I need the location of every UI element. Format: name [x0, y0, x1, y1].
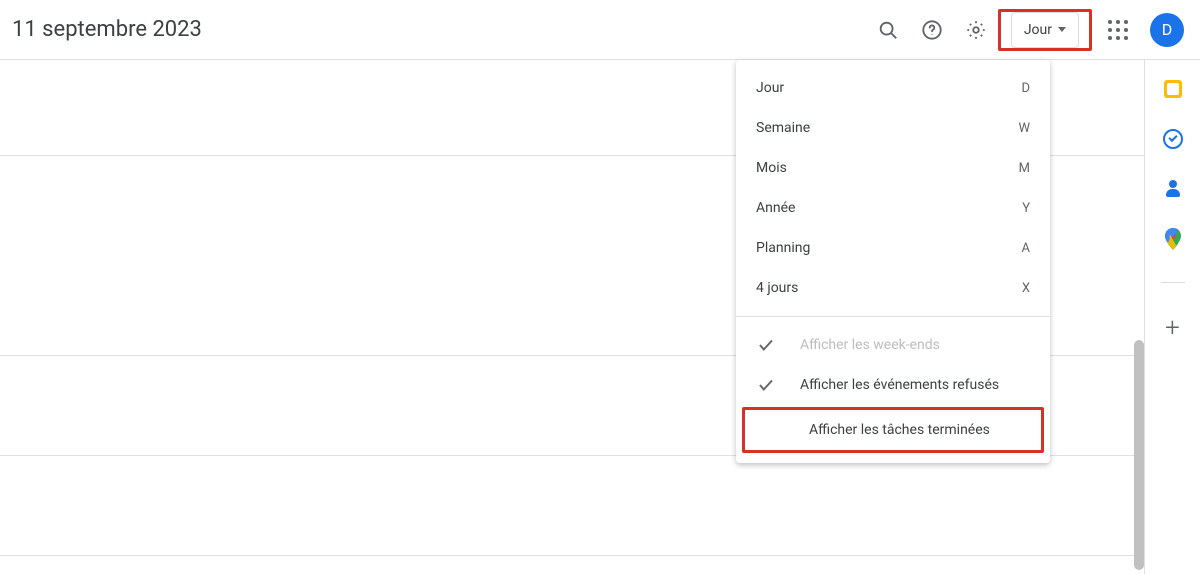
side-panel-separator: [1161, 282, 1185, 283]
page-title: 11 septembre 2023: [12, 17, 202, 42]
view-option-shortcut: W: [1018, 121, 1030, 136]
chevron-down-icon: [1058, 27, 1066, 32]
toggle-option-label: Afficher les événements refusés: [800, 377, 999, 393]
side-panel: +: [1144, 60, 1200, 574]
toggle-option-label: Afficher les tâches terminées: [809, 422, 990, 438]
add-addon-icon[interactable]: +: [1165, 315, 1180, 341]
check-icon: [756, 335, 776, 355]
view-option[interactable]: JourD: [736, 68, 1050, 108]
view-option-shortcut: Y: [1022, 201, 1030, 216]
calendar-grid[interactable]: JourDSemaineWMoisMAnnéeYPlanningA4 jours…: [0, 60, 1144, 574]
toggle-option[interactable]: Afficher les tâches terminées: [745, 410, 1041, 450]
toggle-option[interactable]: Afficher les événements refusés: [736, 365, 1050, 405]
check-icon: [765, 420, 785, 440]
view-dropdown-menu: JourDSemaineWMoisMAnnéeYPlanningA4 jours…: [736, 60, 1050, 463]
view-button-highlight: Jour: [998, 9, 1092, 51]
toggle-option[interactable]: Afficher les week-ends: [736, 325, 1050, 365]
view-option-label: 4 jours: [756, 280, 1022, 296]
view-option-shortcut: D: [1021, 81, 1030, 96]
view-option[interactable]: MoisM: [736, 148, 1050, 188]
hour-gridline: [0, 555, 1144, 556]
view-selector-button[interactable]: Jour: [1011, 12, 1079, 48]
google-apps-icon[interactable]: [1098, 10, 1138, 50]
view-option-shortcut: X: [1022, 281, 1030, 296]
tasks-icon[interactable]: [1162, 128, 1184, 150]
highlighted-toggle: Afficher les tâches terminées: [742, 407, 1044, 453]
scrollbar[interactable]: [1134, 340, 1144, 570]
view-option-shortcut: M: [1019, 161, 1030, 176]
view-selector-label: Jour: [1024, 22, 1052, 38]
view-option-label: Année: [756, 200, 1022, 216]
view-option-label: Mois: [756, 160, 1019, 176]
header: 11 septembre 2023 Jour D: [0, 0, 1200, 60]
contacts-icon[interactable]: [1162, 178, 1184, 200]
keep-icon[interactable]: [1162, 78, 1184, 100]
view-option[interactable]: SemaineW: [736, 108, 1050, 148]
search-icon[interactable]: [868, 10, 908, 50]
view-option-label: Jour: [756, 80, 1021, 96]
maps-icon[interactable]: [1162, 228, 1184, 250]
settings-icon[interactable]: [956, 10, 996, 50]
main-area: JourDSemaineWMoisMAnnéeYPlanningA4 jours…: [0, 60, 1200, 574]
account-avatar[interactable]: D: [1150, 13, 1184, 47]
view-option[interactable]: 4 joursX: [736, 268, 1050, 308]
view-option[interactable]: AnnéeY: [736, 188, 1050, 228]
view-option-shortcut: A: [1022, 241, 1030, 256]
help-icon[interactable]: [912, 10, 952, 50]
check-icon: [756, 375, 776, 395]
view-option-label: Semaine: [756, 120, 1018, 136]
view-option-label: Planning: [756, 240, 1022, 256]
toggle-option-label: Afficher les week-ends: [800, 337, 940, 353]
view-option[interactable]: PlanningA: [736, 228, 1050, 268]
dropdown-separator: [736, 316, 1050, 317]
